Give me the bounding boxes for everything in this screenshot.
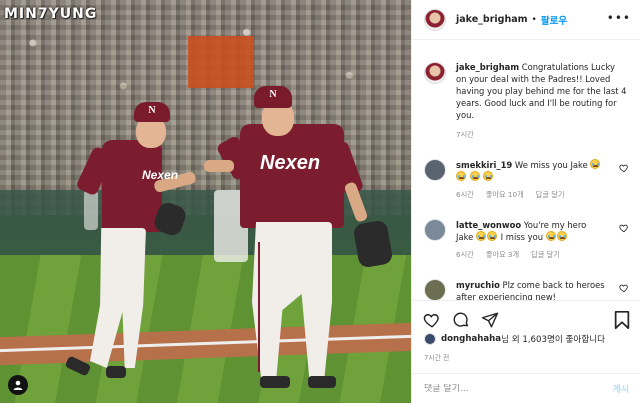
- cap-logo: N: [269, 89, 277, 100]
- liker-avatar[interactable]: [424, 333, 436, 345]
- comment-like-heart-icon[interactable]: [619, 223, 629, 233]
- follow-button[interactable]: 팔로우: [541, 13, 567, 27]
- player-right-forearm: [204, 160, 234, 172]
- crying-emoji-icon: [545, 231, 556, 241]
- caption-username[interactable]: jake_brigham: [456, 62, 519, 72]
- comment-time: 6시간: [456, 190, 474, 199]
- post-photo[interactable]: Nexen N Nexen N MIN7YUNG: [0, 0, 411, 403]
- stadium-banner: [188, 36, 254, 88]
- comment-time: 6시간: [456, 250, 474, 259]
- header-separator: •: [531, 14, 537, 25]
- player-left-jersey-text: Nexen: [142, 168, 179, 182]
- player-left-shoe: [64, 355, 92, 377]
- player-left-pants: [90, 228, 146, 368]
- comment-body: myruchio Plz come back to heroes after e…: [456, 279, 606, 300]
- cap-logo: N: [148, 105, 156, 116]
- user-tag-icon[interactable]: [8, 375, 28, 395]
- comment-like-heart-icon[interactable]: [619, 283, 629, 293]
- crying-emoji-icon: [475, 231, 486, 241]
- comment-text: We miss you Jake: [514, 160, 588, 170]
- crying-emoji-icon: [469, 171, 480, 181]
- player-right-pants: [252, 222, 332, 382]
- post-caption: jake_brigham Congratulations Lucky on yo…: [424, 61, 629, 141]
- comment-body: smekkiri_19 We miss you Jake 6시간 좋아요 10개…: [456, 159, 606, 201]
- caption-body: jake_brigham Congratulations Lucky on yo…: [456, 61, 628, 141]
- likes-count-text[interactable]: 님 외 1,603명이 좋아합니다: [501, 333, 605, 345]
- crying-emoji-icon: [483, 171, 494, 181]
- player-right-jersey-text: Nexen: [260, 152, 321, 174]
- comment-item: smekkiri_19 We miss you Jake 6시간 좋아요 10개…: [424, 159, 629, 201]
- player-right: Nexen N: [200, 82, 400, 394]
- comment-meta: 6시간 좋아요 10개 답글 달기: [456, 189, 606, 201]
- commenter-username[interactable]: latte_wonwoo: [456, 220, 521, 230]
- crying-emoji-icon: [456, 171, 466, 181]
- commenter-username[interactable]: smekkiri_19: [456, 160, 512, 170]
- reply-button[interactable]: 답글 달기: [531, 249, 560, 261]
- author-avatar[interactable]: [424, 8, 446, 31]
- crying-emoji-icon: [486, 231, 497, 241]
- player-right-shoe: [260, 376, 290, 388]
- liker-username[interactable]: donghahaha: [441, 334, 501, 344]
- heart-icon[interactable]: [422, 310, 442, 330]
- caption-avatar[interactable]: [424, 62, 446, 84]
- comment-like-heart-icon[interactable]: [619, 163, 629, 173]
- commenter-username[interactable]: myruchio: [456, 280, 500, 290]
- more-options-icon[interactable]: •••: [607, 12, 631, 24]
- crying-emoji-icon: [590, 159, 601, 169]
- player-left-shoe: [106, 366, 126, 378]
- caption-time: 7시간: [456, 130, 474, 139]
- comment-icon[interactable]: [451, 310, 471, 330]
- share-icon[interactable]: [480, 310, 500, 330]
- player-right-glove: [352, 219, 394, 269]
- player-left-cap: N: [134, 102, 170, 122]
- player-right-shoe: [308, 376, 336, 388]
- reply-button[interactable]: 답글 달기: [536, 189, 565, 201]
- post-sidebar: jake_brigham • 팔로우 ••• jake_brigham Cong…: [411, 0, 640, 403]
- post-timestamp: 7시간 전: [424, 354, 450, 362]
- add-comment-bar: 게시: [412, 373, 640, 403]
- commenter-avatar[interactable]: [424, 219, 446, 241]
- comment-item: latte_wonwoo You're my hero Jake I miss …: [424, 219, 629, 261]
- comment-body: latte_wonwoo You're my hero Jake I miss …: [456, 219, 606, 261]
- photo-watermark: MIN7YUNG: [4, 6, 98, 22]
- comment-likes[interactable]: 좋아요 3개: [486, 249, 519, 261]
- comment-meta: 6시간 좋아요 3개 답글 달기: [456, 249, 606, 261]
- player-right-cap: N: [254, 86, 292, 108]
- crying-emoji-icon: [556, 231, 567, 241]
- author-username[interactable]: jake_brigham: [456, 14, 528, 25]
- player-right-forearm: [343, 181, 369, 223]
- post-comment-button[interactable]: 게시: [612, 382, 629, 395]
- comment-text-line2: I miss you: [500, 232, 544, 242]
- commenter-avatar[interactable]: [424, 159, 446, 181]
- player-right-jersey: [240, 124, 344, 228]
- comment-likes[interactable]: 좋아요 10개: [486, 189, 524, 201]
- comments-section[interactable]: jake_brigham Congratulations Lucky on yo…: [412, 41, 640, 300]
- post-header: jake_brigham • 팔로우 •••: [412, 0, 640, 40]
- commenter-avatar[interactable]: [424, 279, 446, 300]
- person-icon: [13, 380, 23, 390]
- bookmark-icon[interactable]: [613, 310, 631, 330]
- player-left: Nexen N: [62, 98, 202, 390]
- pants-stripe: [258, 242, 260, 372]
- comment-item: myruchio Plz come back to heroes after e…: [424, 279, 629, 300]
- likes-summary: donghahaha 님 외 1,603명이 좋아합니다: [424, 333, 605, 345]
- comment-input[interactable]: [424, 383, 594, 394]
